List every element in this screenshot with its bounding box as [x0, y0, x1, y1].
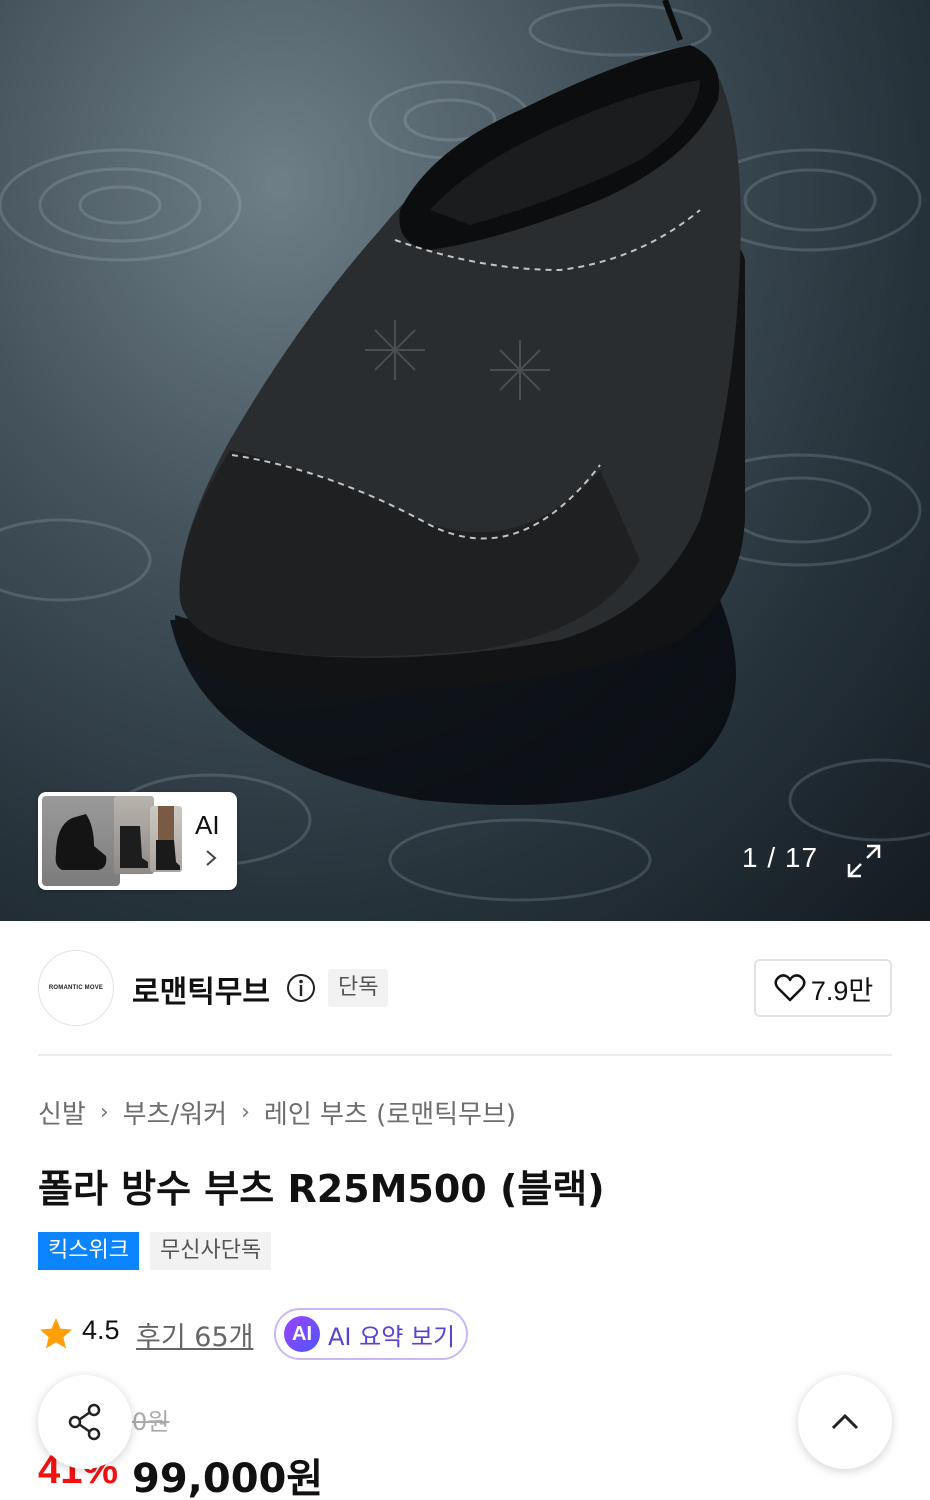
breadcrumb-item[interactable]: 부츠/워커	[123, 1094, 227, 1131]
promo-tag: 킥스위크	[38, 1232, 139, 1270]
ai-label: AI	[195, 810, 220, 840]
thumbnail-image	[114, 796, 154, 874]
brand-name[interactable]: 로맨틱무브	[132, 967, 270, 1011]
chevron-right-icon	[206, 850, 217, 866]
heart-icon	[774, 974, 806, 1002]
share-button[interactable]	[38, 1375, 132, 1469]
divider	[38, 1054, 892, 1056]
rating-value: 4.5	[82, 1315, 120, 1345]
chevron-up-icon	[831, 1413, 859, 1430]
exclusive-tag: 무신사단독	[150, 1232, 272, 1270]
image-counter: 1 / 17	[742, 842, 819, 873]
breadcrumb-item[interactable]: 레인 부츠 (로맨틱무브)	[264, 1094, 516, 1131]
info-icon[interactable]	[285, 972, 317, 1004]
like-button[interactable]: 7.9만	[754, 959, 892, 1017]
sale-price: 99,000원	[132, 1456, 324, 1500]
ai-badge-icon: AI	[284, 1316, 320, 1352]
breadcrumb-item[interactable]: 신발	[38, 1094, 86, 1131]
product-title: 폴라 방수 부츠 R25M500 (블랙)	[38, 1167, 605, 1211]
ai-summary-button[interactable]: AI AI 요약 보기	[274, 1308, 468, 1360]
product-photo	[0, 0, 930, 902]
thumbnail-image	[42, 796, 120, 886]
share-icon	[68, 1403, 101, 1441]
brand-logo-text: ROMANTIC MOVE	[48, 985, 104, 991]
ai-similar-products-thumbnail[interactable]: AI	[38, 792, 237, 890]
thumbnail-image	[150, 806, 182, 872]
expand-icon[interactable]	[843, 840, 885, 882]
brand-logo[interactable]: ROMANTIC MOVE	[38, 950, 114, 1026]
original-price: 0원	[132, 1408, 170, 1436]
chevron-right-icon: ›	[99, 1100, 109, 1125]
like-count: 7.9만	[810, 975, 874, 1006]
reviews-link[interactable]: 후기 65개	[136, 1315, 253, 1354]
exclusive-badge: 단독	[328, 969, 389, 1007]
product-image-gallery[interactable]: AI 1 / 17	[0, 0, 930, 921]
chevron-right-icon: ›	[241, 1100, 250, 1125]
ai-summary-label: AI 요약 보기	[328, 1322, 456, 1351]
scroll-to-top-button[interactable]	[798, 1375, 892, 1469]
breadcrumb: 신발 › 부츠/워커 › 레인 부츠 (로맨틱무브)	[38, 1094, 516, 1131]
star-icon	[40, 1318, 72, 1349]
